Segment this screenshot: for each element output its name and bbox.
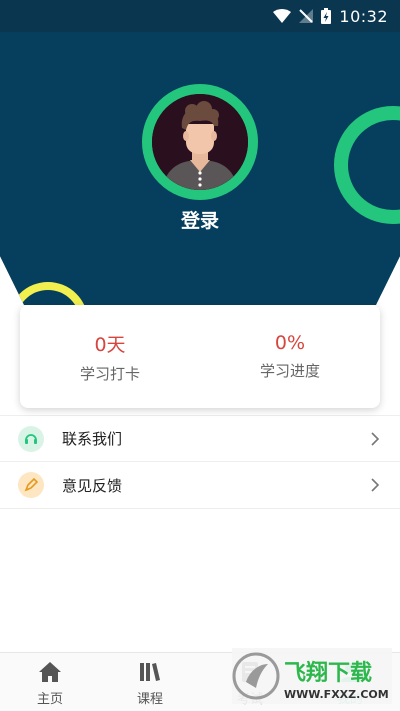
nav-tab-courses[interactable]: 课程: [100, 653, 200, 711]
nav-label: 课程: [136, 691, 163, 707]
headset-icon: [18, 425, 44, 452]
menu-item-label: 意见反馈: [62, 476, 123, 495]
profile-header: 登录: [0, 0, 400, 305]
watermark-overlay: 飞翔下载 WWW.FXXZ.COM: [232, 648, 392, 704]
stat-label: 学习打卡: [79, 364, 140, 383]
no-signal-icon: [299, 9, 314, 23]
status-time: 10:32: [339, 6, 388, 26]
status-bar: 10:32: [0, 0, 400, 32]
watermark-brand: 飞翔下载: [284, 660, 372, 686]
nav-tab-home[interactable]: 主页: [0, 653, 100, 711]
menu-item-feedback[interactable]: 意见反馈: [0, 462, 400, 509]
settings-menu: 联系我们 意见反馈: [0, 415, 400, 509]
stats-card: 0天 学习打卡 0% 学习进度: [20, 305, 380, 408]
feedback-icon: [18, 472, 44, 498]
books-icon: [138, 660, 162, 684]
stat-checkin[interactable]: 0天 学习打卡: [20, 305, 200, 408]
stat-value: 0%: [274, 332, 306, 354]
wifi-icon: [273, 9, 292, 23]
watermark-url: WWW.FXXZ.COM: [284, 688, 389, 701]
nav-label: 主页: [36, 691, 63, 707]
battery-charging-icon: [321, 8, 332, 24]
decorative-ring-yellow: [8, 282, 88, 305]
stat-value: 0天: [94, 333, 126, 356]
chevron-right-icon: [371, 478, 380, 492]
menu-item-label: 联系我们: [62, 430, 123, 448]
menu-item-contact-us[interactable]: 联系我们: [0, 415, 400, 462]
stat-label: 学习进度: [259, 362, 320, 380]
login-link[interactable]: 登录: [0, 206, 400, 233]
chevron-right-icon: [371, 431, 380, 446]
home-icon: [38, 660, 62, 684]
avatar[interactable]: [142, 84, 258, 200]
watermark-logo: 飞翔下载 WWW.FXXZ.COM: [232, 652, 389, 701]
person-avatar-icon: [152, 94, 248, 190]
stat-progress[interactable]: 0% 学习进度: [200, 305, 380, 408]
profile-screen: 登录 10:32 0天 学习打卡 0% 学习进度 联系我们 意见反馈 主页 课程…: [0, 0, 400, 711]
